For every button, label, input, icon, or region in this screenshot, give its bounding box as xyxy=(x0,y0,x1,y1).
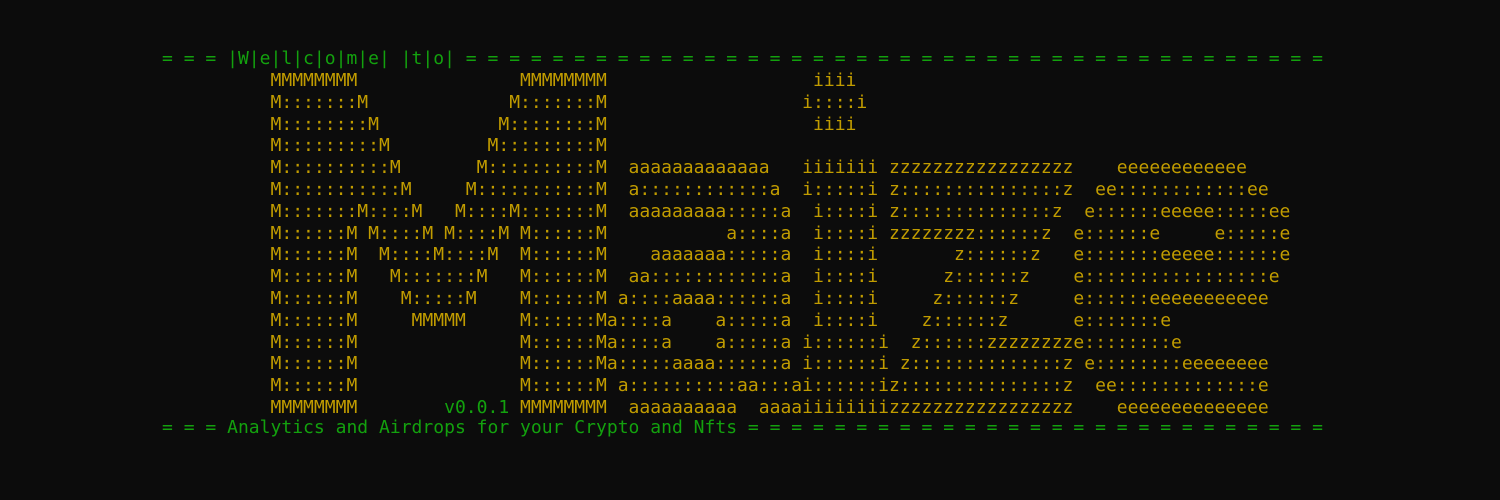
ascii-line-7: M:::::::M::::M M::::M:::::::M aaaaaaaaa:… xyxy=(162,200,1291,222)
tagline-banner: = = = Analytics and Airdrops for your Cr… xyxy=(162,417,1323,438)
ascii-line-15: M::::::M M::::::M a::::::::::aa:::ai::::… xyxy=(162,375,1269,397)
ascii-line-4: M:::::::::M M:::::::::M xyxy=(162,135,607,157)
ascii-line-2: M:::::::M M:::::::M i::::i xyxy=(162,91,868,113)
ascii-logo: MMMMMMMM MMMMMMMM iiii M:::::::M M::::::… xyxy=(162,70,1290,419)
ascii-line-1: MMMMMMMM MMMMMMMM iiii xyxy=(162,70,857,91)
ascii-line-3: M::::::::M M::::::::M iiii xyxy=(162,113,857,135)
ascii-line-16-suffix: MMMMMMMM aaaaaaaaaa aaaaiiiiiiiizzzzzzzz… xyxy=(509,396,1269,418)
terminal-window: = = = |W|e|l|c|o|m|e| |t|o| = = = = = = … xyxy=(0,0,1500,500)
ascii-line-8: M::::::M M::::M M::::M M::::::M a::::a i… xyxy=(162,222,1291,244)
ascii-line-16-prefix: MMMMMMMM xyxy=(162,396,445,418)
ascii-line-16: MMMMMMMM v0.0.1 MMMMMMMM aaaaaaaaaa aaaa… xyxy=(162,396,1269,418)
ascii-line-13: M::::::M M::::::Ma::::a a:::::a i::::::i… xyxy=(162,331,1182,353)
ascii-line-9: M::::::M M::::M::::M M::::::M aaaaaaa:::… xyxy=(162,244,1291,266)
ascii-line-12: M::::::M MMMMM M::::::Ma::::a a:::::a i:… xyxy=(162,309,1172,331)
ascii-line-11: M::::::M M:::::M M::::::M a::::aaaa:::::… xyxy=(162,287,1269,309)
welcome-banner: = = = |W|e|l|c|o|m|e| |t|o| = = = = = = … xyxy=(162,48,1323,69)
ascii-line-6: M:::::::::::M M:::::::::::M a:::::::::::… xyxy=(162,178,1269,200)
version-label: v0.0.1 xyxy=(444,396,510,418)
ascii-line-14: M::::::M M::::::Ma:::::aaaa::::::a i::::… xyxy=(162,353,1269,375)
ascii-line-10: M::::::M M:::::::M M::::::M aa::::::::::… xyxy=(162,266,1280,288)
ascii-line-5: M::::::::::M M::::::::::M aaaaaaaaaaaaa … xyxy=(162,157,1247,179)
